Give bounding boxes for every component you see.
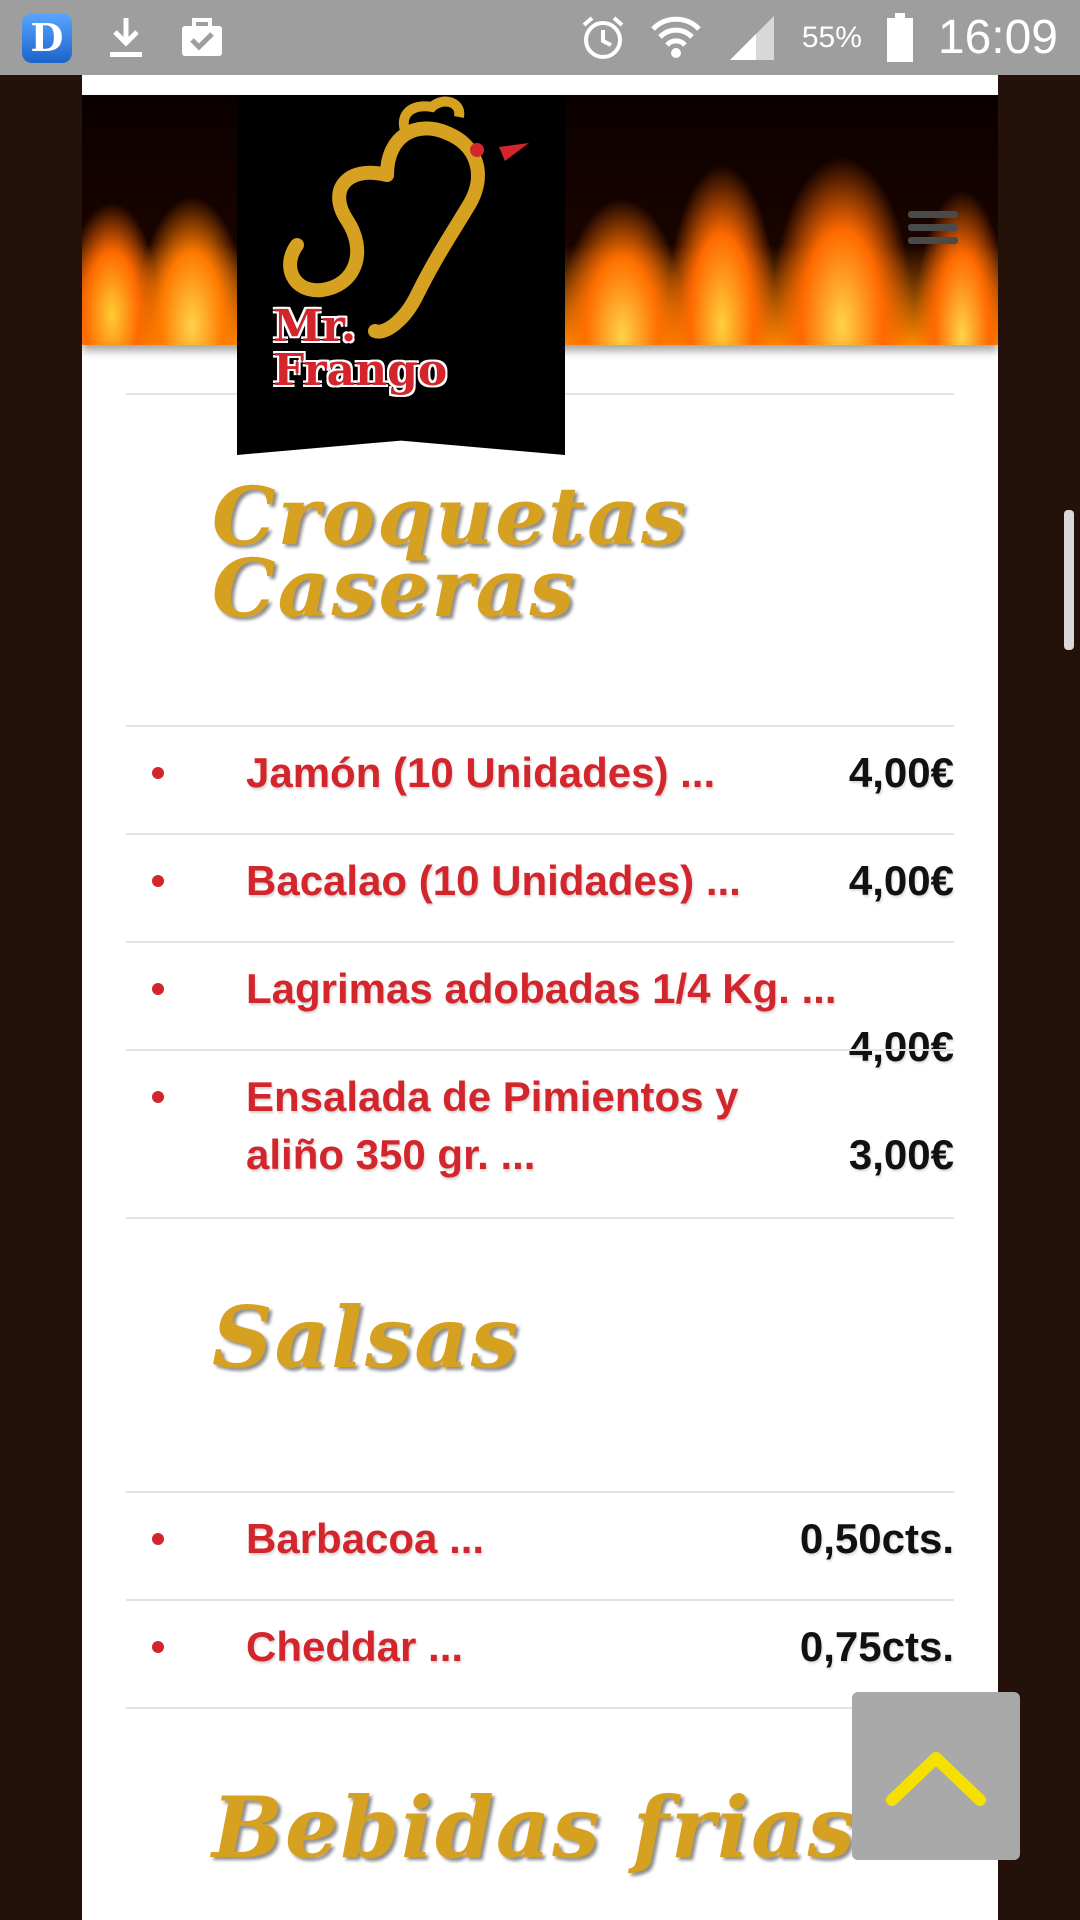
download-icon <box>106 16 146 60</box>
item-name[interactable]: Ensalada de Pimientos y aliño 350 gr. ..… <box>246 1068 739 1184</box>
divider <box>126 1707 954 1709</box>
item-name[interactable]: Cheddar ... <box>246 1618 463 1676</box>
alarm-icon <box>580 15 626 61</box>
back-to-top-button[interactable] <box>852 1692 1020 1860</box>
clipboard-check-icon <box>180 17 224 58</box>
battery-percentage: 55% <box>801 20 862 54</box>
menu-page[interactable]: Mr. Frango Croquetas Caseras Jamón (10 U… <box>82 75 998 1920</box>
bullet <box>152 1091 164 1103</box>
bullet <box>152 767 164 779</box>
divider <box>126 1599 954 1601</box>
item-name[interactable]: Barbacoa ... <box>246 1510 484 1568</box>
clock: 16:09 <box>937 11 1058 64</box>
section-title-croquetas: Croquetas Caseras <box>212 469 689 635</box>
page-side-border-left <box>0 75 82 1920</box>
bullet <box>152 983 164 995</box>
app-notification-icon: D <box>22 12 72 63</box>
item-price: 4,00€ <box>848 749 954 796</box>
section-title-salsas: Salsas <box>212 1288 521 1387</box>
item-price: 0,50cts. <box>799 1515 954 1562</box>
bullet <box>152 1533 164 1545</box>
page-side-border-right <box>998 75 1080 1920</box>
divider <box>126 725 954 727</box>
item-price: 3,00€ <box>848 1131 954 1178</box>
divider <box>126 833 954 835</box>
bullet <box>152 875 164 887</box>
wifi-icon <box>650 13 702 63</box>
item-name[interactable]: Bacalao (10 Unidades) ... <box>246 852 741 910</box>
item-price: 4,00€ <box>848 857 954 904</box>
divider <box>126 1217 954 1219</box>
item-name[interactable]: Jamón (10 Unidades) ... <box>246 744 715 802</box>
divider <box>126 941 954 943</box>
mr-frango-logo[interactable]: Mr. Frango <box>237 95 565 455</box>
signal-icon <box>726 14 778 62</box>
chevron-up-icon <box>886 1752 986 1806</box>
divider <box>126 1049 954 1051</box>
section-title-bebidas: Bebidas frias <box>212 1778 857 1877</box>
battery-icon <box>886 12 914 63</box>
divider <box>126 1491 954 1493</box>
status-bar: D 55% 16:09 <box>0 0 1080 75</box>
item-name[interactable]: Lagrimas adobadas 1/4 Kg. ... <box>246 960 837 1018</box>
logo-wordmark: Mr. Frango <box>273 301 448 396</box>
scrollbar-thumb[interactable] <box>1064 510 1074 650</box>
item-price: 0,75cts. <box>799 1623 954 1670</box>
hamburger-menu-icon[interactable] <box>908 205 958 250</box>
bullet <box>152 1641 164 1653</box>
item-price: 4,00€ <box>848 1023 954 1070</box>
